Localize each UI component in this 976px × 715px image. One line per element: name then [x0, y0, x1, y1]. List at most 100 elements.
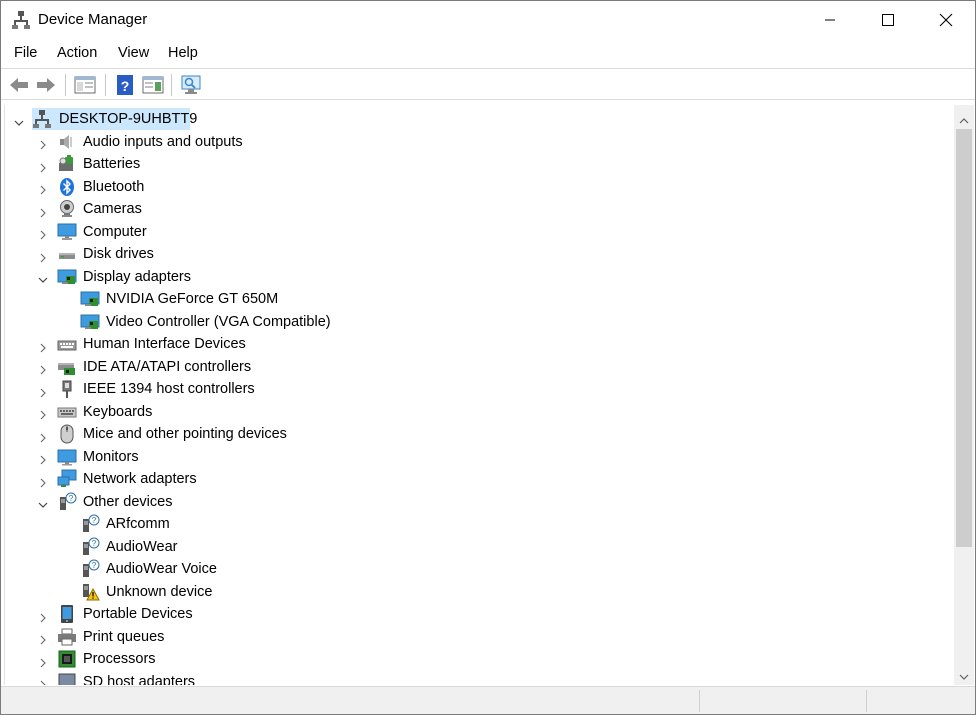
unknown-device-icon: ?: [80, 537, 100, 557]
chevron-right-icon[interactable]: [38, 385, 48, 398]
show-hide-console-tree-icon[interactable]: [73, 73, 97, 97]
help-icon[interactable]: ?: [113, 73, 137, 97]
tree-node-label[interactable]: NVIDIA GeForce GT 650M: [106, 288, 278, 310]
chevron-right-icon[interactable]: [38, 362, 48, 375]
menu-view[interactable]: View: [118, 45, 149, 61]
display-adapter-icon: [57, 267, 77, 287]
forward-icon[interactable]: [34, 73, 58, 97]
tree-node-label[interactable]: Portable Devices: [83, 603, 193, 625]
monitor-icon: [57, 447, 77, 467]
ide-controller-icon: [57, 357, 77, 377]
hid-icon: [57, 334, 77, 354]
chevron-right-icon[interactable]: [38, 430, 48, 443]
chevron-down-icon[interactable]: [38, 272, 48, 283]
tree-node-label[interactable]: Computer: [83, 221, 147, 243]
tree-root-label[interactable]: DESKTOP-9UHBTT9: [59, 108, 197, 130]
device-manager-window: Device Manager File Action View Help ? D…: [0, 0, 976, 715]
speaker-icon: [57, 132, 77, 152]
chevron-right-icon[interactable]: [38, 407, 48, 420]
close-button[interactable]: [917, 1, 975, 39]
svg-text:?: ?: [69, 494, 74, 503]
warning-device-icon: [80, 582, 100, 602]
close-icon: [939, 13, 953, 27]
network-adapter-icon: [57, 469, 77, 489]
menu-file[interactable]: File: [14, 45, 37, 61]
scroll-up-icon[interactable]: [959, 112, 969, 128]
device-manager-app-icon: [11, 10, 31, 30]
maximize-button[interactable]: [859, 1, 917, 39]
vertical-scrollbar[interactable]: [954, 105, 974, 685]
tree-node-label[interactable]: Mice and other pointing devices: [83, 423, 287, 445]
scrollbar-thumb[interactable]: [956, 129, 972, 547]
chevron-right-icon[interactable]: [38, 340, 48, 353]
tree-node-label[interactable]: AudioWear Voice: [106, 558, 217, 580]
disk-drive-icon: [57, 244, 77, 264]
status-separator: [699, 690, 700, 712]
chevron-right-icon[interactable]: [38, 182, 48, 195]
chevron-right-icon[interactable]: [38, 160, 48, 173]
toolbar-separator: [171, 74, 172, 96]
scroll-down-icon[interactable]: [959, 668, 969, 684]
tree-node-label[interactable]: Keyboards: [83, 401, 152, 423]
action-pane-icon[interactable]: [141, 73, 165, 97]
chevron-right-icon[interactable]: [38, 475, 48, 488]
chevron-right-icon[interactable]: [38, 655, 48, 668]
tree-node-label[interactable]: IDE ATA/ATAPI controllers: [83, 356, 251, 378]
status-bar: [1, 686, 975, 714]
menu-action[interactable]: Action: [57, 45, 97, 61]
title-bar[interactable]: Device Manager: [1, 1, 975, 39]
chevron-right-icon[interactable]: [38, 610, 48, 623]
svg-text:?: ?: [92, 516, 97, 525]
tree-node-label[interactable]: Other devices: [83, 491, 172, 513]
tree-node-label[interactable]: Audio inputs and outputs: [83, 131, 243, 153]
chevron-right-icon[interactable]: [38, 227, 48, 240]
display-adapter-icon: [80, 312, 100, 332]
tree-node-label[interactable]: Monitors: [83, 446, 139, 468]
svg-text:?: ?: [92, 561, 97, 570]
menu-help[interactable]: Help: [168, 45, 198, 61]
unknown-device-icon: ?: [80, 559, 100, 579]
minimize-button[interactable]: [801, 1, 859, 39]
tree-node-label[interactable]: Disk drives: [83, 243, 154, 265]
computer-root-icon: [32, 109, 52, 129]
toolbar: ?: [1, 68, 975, 100]
tree-node-label[interactable]: Print queues: [83, 626, 164, 648]
tree-node-label[interactable]: Processors: [83, 648, 156, 670]
toolbar-separator: [65, 74, 66, 96]
computer-icon: [57, 222, 77, 242]
tree-node-label[interactable]: Bluetooth: [83, 176, 144, 198]
chevron-down-icon[interactable]: [38, 497, 48, 508]
tree-node-label[interactable]: ARfcomm: [106, 513, 170, 535]
chevron-right-icon[interactable]: [38, 632, 48, 645]
tree-node-label[interactable]: Human Interface Devices: [83, 333, 246, 355]
device-tree[interactable]: DESKTOP-9UHBTT9 Audio inputs and outputs…: [4, 105, 954, 685]
sd-host-icon: [57, 672, 77, 685]
unknown-device-icon: ?: [80, 514, 100, 534]
chevron-right-icon[interactable]: [38, 205, 48, 218]
svg-text:?: ?: [121, 78, 130, 94]
minimize-icon: [825, 19, 835, 21]
tree-node-label[interactable]: Batteries: [83, 153, 140, 175]
display-adapter-icon: [80, 289, 100, 309]
ieee1394-icon: [57, 379, 77, 399]
portable-device-icon: [57, 604, 77, 624]
tree-node-label[interactable]: Display adapters: [83, 266, 191, 288]
tree-node-label[interactable]: Network adapters: [83, 468, 197, 490]
scan-hardware-icon[interactable]: [179, 73, 203, 97]
mouse-icon: [57, 424, 77, 444]
tree-node-label[interactable]: Cameras: [83, 198, 142, 220]
back-icon[interactable]: [7, 73, 31, 97]
chevron-right-icon[interactable]: [38, 452, 48, 465]
tree-node-label[interactable]: AudioWear: [106, 536, 177, 558]
tree-node-label[interactable]: SD host adapters: [83, 671, 195, 685]
chevron-right-icon[interactable]: [38, 250, 48, 263]
bluetooth-icon: [57, 177, 77, 197]
tree-node-label[interactable]: Unknown device: [106, 581, 212, 603]
maximize-icon: [882, 14, 894, 26]
camera-icon: [57, 199, 77, 219]
chevron-right-icon[interactable]: [38, 137, 48, 150]
chevron-down-icon[interactable]: [14, 115, 24, 126]
tree-node-label[interactable]: Video Controller (VGA Compatible): [106, 311, 331, 333]
tree-node-label[interactable]: IEEE 1394 host controllers: [83, 378, 255, 400]
chevron-right-icon[interactable]: [38, 677, 48, 685]
